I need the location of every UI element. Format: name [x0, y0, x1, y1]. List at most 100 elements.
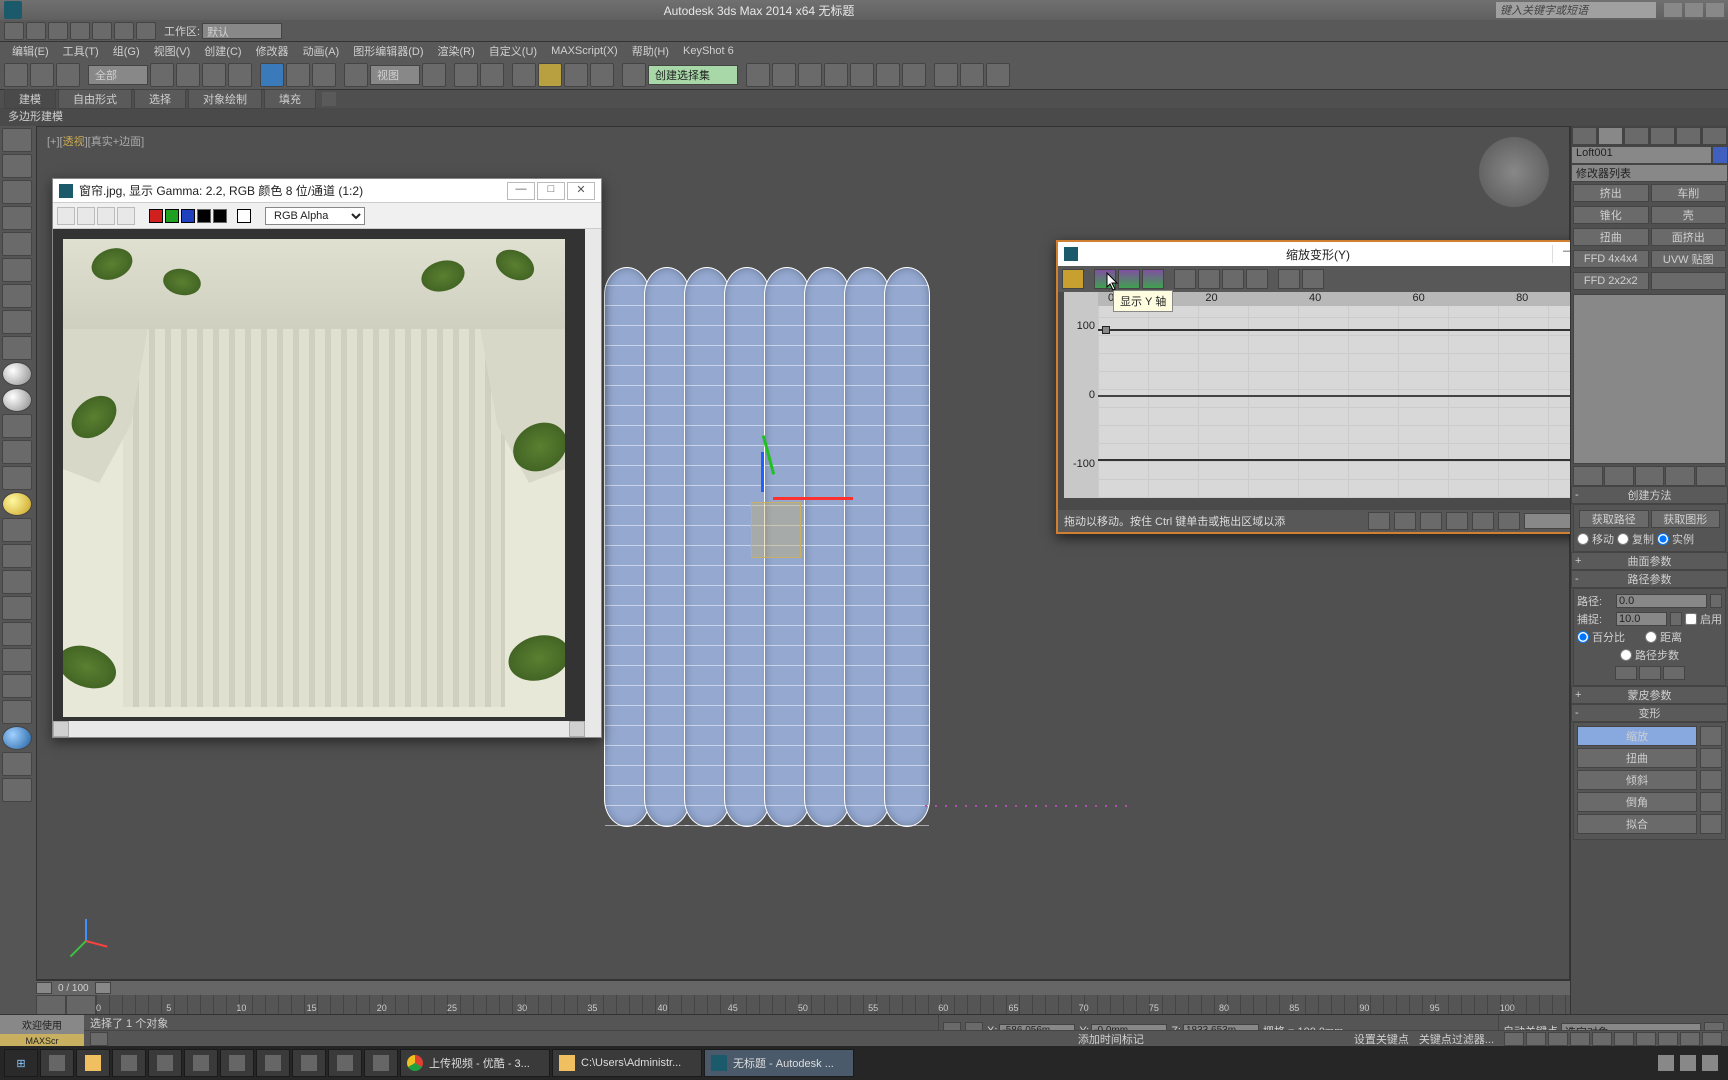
deform-delete-icon[interactable]: [1246, 269, 1268, 289]
lt-icon-10[interactable]: [2, 414, 32, 438]
iv-delete-icon[interactable]: [117, 207, 135, 225]
deform-zoom-ext-icon[interactable]: [1394, 512, 1416, 530]
deform-zoom-icon[interactable]: [1472, 512, 1494, 530]
ribbon-toggle-icon[interactable]: [824, 63, 848, 87]
setkey-button[interactable]: 设置关键点: [1354, 1031, 1409, 1047]
deform-bevel-button[interactable]: 倒角: [1577, 792, 1697, 812]
task-chrome[interactable]: 上传视频 - 优酷 - 3...: [400, 1049, 550, 1077]
iv-red-channel[interactable]: [149, 209, 163, 223]
stack-show-icon[interactable]: [1604, 466, 1634, 486]
redo-icon[interactable]: [114, 22, 134, 40]
taskbar-app-3[interactable]: [112, 1049, 146, 1077]
new-icon[interactable]: [26, 22, 46, 40]
iv-minimize-button[interactable]: —: [507, 182, 535, 200]
btn-get-shape[interactable]: 获取图形: [1651, 510, 1721, 528]
deform-fit-bulb-icon[interactable]: [1700, 814, 1722, 834]
stack-unique-icon[interactable]: [1635, 466, 1665, 486]
deform-control-point-0[interactable]: [1102, 326, 1110, 334]
tab-utilities-icon[interactable]: [1702, 127, 1727, 145]
path-prev-icon[interactable]: [1615, 666, 1637, 680]
btn-ffd4[interactable]: FFD 4x4x4: [1573, 250, 1649, 268]
deform-zoom-region-icon[interactable]: [1498, 512, 1520, 530]
deform-move-icon[interactable]: [1174, 269, 1196, 289]
lt-icon-20[interactable]: [2, 752, 32, 776]
btn-empty[interactable]: [1651, 272, 1727, 290]
lt-icon-19[interactable]: [2, 700, 32, 724]
pivot-icon[interactable]: [422, 63, 446, 87]
snap-2d-icon[interactable]: [512, 63, 536, 87]
taskbar-app-4[interactable]: [148, 1049, 182, 1077]
taskbar-app-8[interactable]: [292, 1049, 326, 1077]
task-explorer[interactable]: C:\Users\Administr...: [552, 1049, 702, 1077]
select-scale-icon[interactable]: [312, 63, 336, 87]
menu-edit[interactable]: 编辑(E): [6, 43, 55, 59]
iv-hscroll-right-icon[interactable]: [569, 721, 585, 737]
iv-mono-channel[interactable]: [213, 209, 227, 223]
object-name-field[interactable]: Loft001: [1571, 146, 1712, 164]
iv-clone-icon[interactable]: [97, 207, 115, 225]
render-frame-icon[interactable]: [960, 63, 984, 87]
tab-hierarchy-icon[interactable]: [1624, 127, 1649, 145]
lt-icon-17[interactable]: [2, 622, 32, 646]
edit-named-selection-icon[interactable]: [622, 63, 646, 87]
save-icon[interactable]: [70, 22, 90, 40]
deform-twist-bulb-icon[interactable]: [1700, 748, 1722, 768]
nav-prev-frame-icon[interactable]: [1526, 1032, 1546, 1046]
lt-sphere2-icon[interactable]: [2, 388, 32, 412]
tab-create-icon[interactable]: [1572, 127, 1597, 145]
deform-plot-area[interactable]: 02040 6080100: [1098, 292, 1648, 498]
select-move-icon[interactable]: [260, 63, 284, 87]
btn-lathe[interactable]: 车削: [1651, 184, 1727, 202]
stack-config-icon[interactable]: [1696, 466, 1726, 486]
btn-twist[interactable]: 扭曲: [1573, 228, 1649, 246]
lt-icon-18[interactable]: [2, 648, 32, 672]
deform-insert-icon[interactable]: [1222, 269, 1244, 289]
taskbar-app-6[interactable]: [220, 1049, 254, 1077]
lt-icon-15[interactable]: [2, 570, 32, 594]
path-next-icon[interactable]: [1639, 666, 1661, 680]
deform-lock-icon[interactable]: [1062, 269, 1084, 289]
workspace-combo[interactable]: 默认: [202, 23, 282, 39]
radio-percent[interactable]: [1577, 631, 1589, 643]
iv-hscroll-left-icon[interactable]: [53, 721, 69, 737]
select-region-icon[interactable]: [202, 63, 226, 87]
schematic-view-icon[interactable]: [876, 63, 900, 87]
menu-keyshot[interactable]: KeyShot 6: [677, 45, 740, 57]
snap-angle-icon[interactable]: [538, 63, 562, 87]
taskbar-app-1[interactable]: [40, 1049, 74, 1077]
curve-editor-icon[interactable]: [850, 63, 874, 87]
rollout-skin-params[interactable]: +蒙皮参数: [1571, 686, 1728, 704]
deform-tilt-bulb-icon[interactable]: [1700, 770, 1722, 790]
trackbar-btn1[interactable]: [36, 995, 66, 1015]
snap-percent-icon[interactable]: [564, 63, 588, 87]
open-icon[interactable]: [48, 22, 68, 40]
deform-graph[interactable]: 100 0 -100 02040 6080100: [1064, 292, 1648, 498]
btn-ffd2[interactable]: FFD 2x2x2: [1573, 272, 1649, 290]
menu-view[interactable]: 视图(V): [148, 43, 197, 59]
radio-distance[interactable]: [1645, 631, 1657, 643]
modifier-stack[interactable]: [1573, 294, 1726, 464]
select-link-icon[interactable]: [4, 63, 28, 87]
iv-bg-swatch[interactable]: [237, 209, 251, 223]
ribbon-tab-freeform[interactable]: 自由形式: [58, 89, 132, 109]
iv-copy-icon[interactable]: [77, 207, 95, 225]
menu-tools[interactable]: 工具(T): [57, 43, 105, 59]
snap-spinner-arrows[interactable]: [1670, 612, 1682, 626]
deform-tilt-button[interactable]: 倾斜: [1577, 770, 1697, 790]
iv-save-icon[interactable]: [57, 207, 75, 225]
lt-help-icon[interactable]: [2, 778, 32, 802]
trackbar-btn2[interactable]: [66, 995, 96, 1015]
radio-instance[interactable]: [1657, 533, 1669, 545]
time-slider-left-icon[interactable]: [36, 982, 52, 994]
lt-icon-9[interactable]: [2, 336, 32, 360]
iv-close-button[interactable]: ✕: [567, 182, 595, 200]
iv-vscrollbar[interactable]: [585, 229, 601, 737]
align-icon[interactable]: [772, 63, 796, 87]
lt-sun-icon[interactable]: [2, 492, 32, 516]
deform-bevel-bulb-icon[interactable]: [1700, 792, 1722, 812]
lt-icon-3[interactable]: [2, 180, 32, 204]
nav-zoom-icon[interactable]: [1680, 1032, 1700, 1046]
window-crossing-icon[interactable]: [228, 63, 252, 87]
minimize-icon[interactable]: [1664, 3, 1682, 17]
help-search-input[interactable]: 键入关键字或短语: [1496, 2, 1656, 18]
